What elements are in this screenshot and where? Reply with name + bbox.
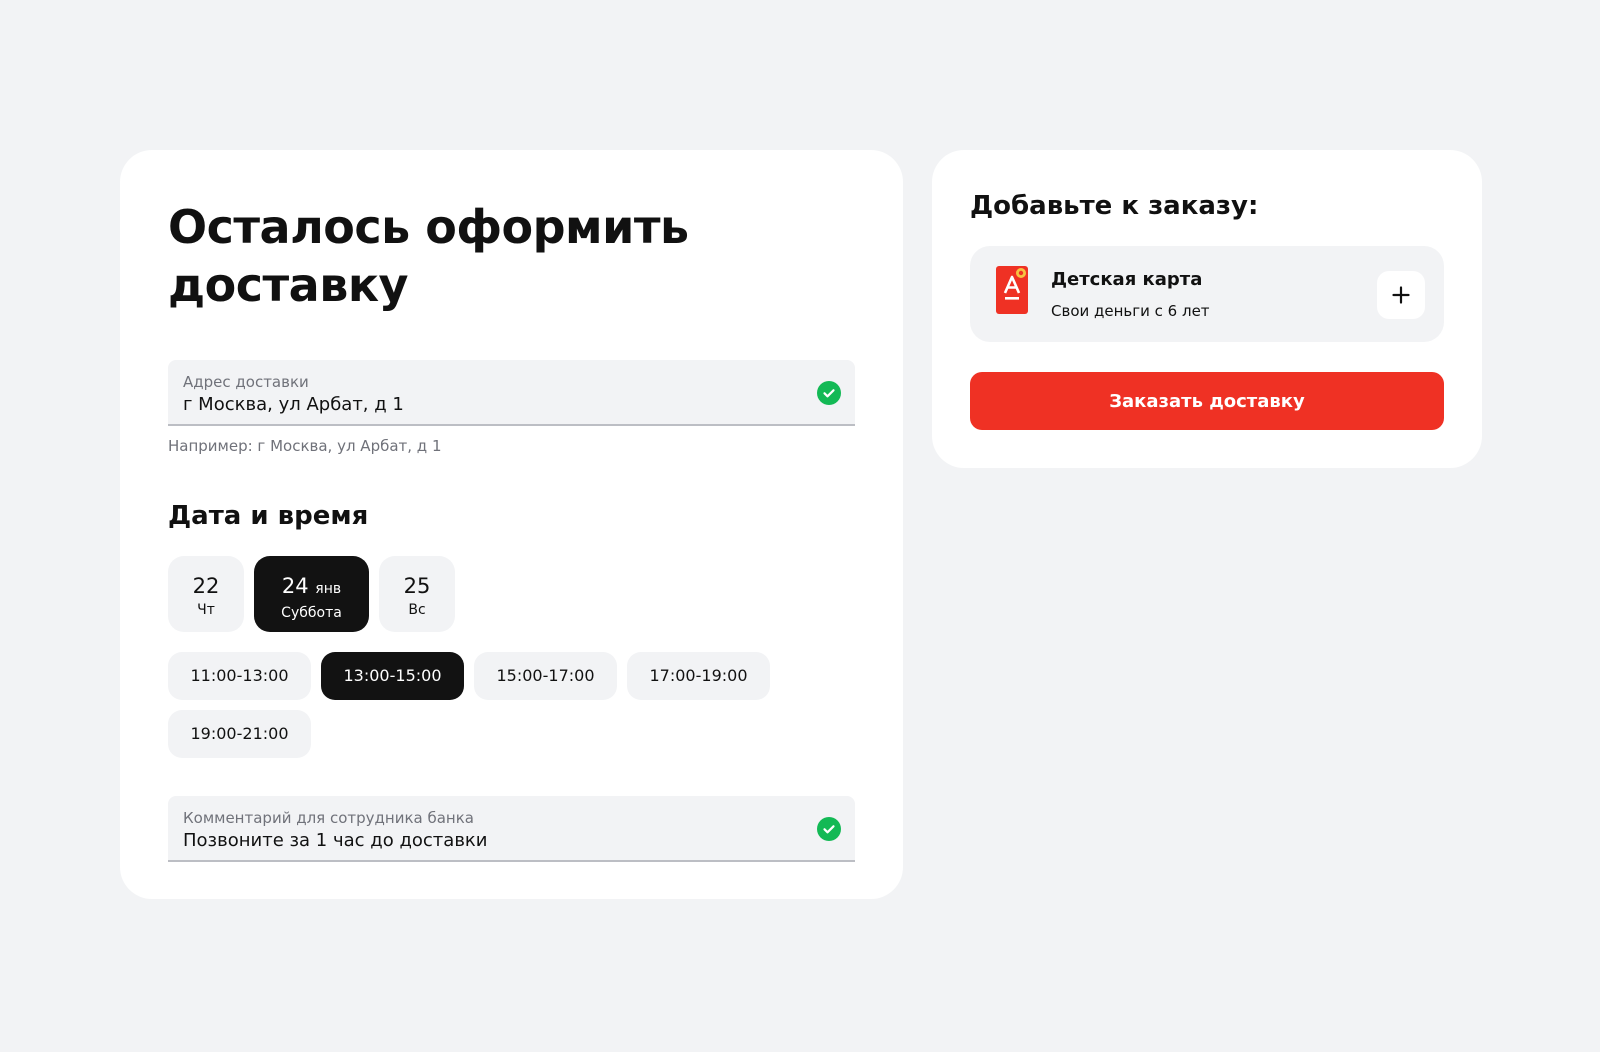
date-option[interactable]: 22 Чт [168, 556, 244, 632]
order-delivery-button[interactable]: Заказать доставку [970, 372, 1444, 430]
comment-value[interactable]: Позвоните за 1 час до доставки [183, 828, 799, 854]
address-field[interactable]: Адрес доставки г Москва, ул Арбат, д 1 [168, 360, 855, 426]
date-month: янв [315, 581, 342, 597]
comment-field[interactable]: Комментарий для сотрудника банка Позвони… [168, 796, 855, 862]
plus-icon [1392, 286, 1410, 304]
addon-kids-card[interactable]: Детская карта Свои деньги с 6 лет [970, 246, 1444, 342]
addon-name: Детская карта [1051, 269, 1203, 290]
addons-title: Добавьте к заказу: [970, 191, 1259, 221]
time-slot[interactable]: 17:00-19:00 [627, 652, 770, 700]
time-slot-picker: 11:00-13:00 13:00-15:00 15:00-17:00 17:0… [168, 652, 788, 758]
address-value[interactable]: г Москва, ул Арбат, д 1 [183, 392, 799, 418]
comment-label: Комментарий для сотрудника банка [183, 809, 474, 827]
order-summary-card: Добавьте к заказу: Детская карта Свои де… [932, 150, 1482, 468]
date-option[interactable]: 25 Вс [379, 556, 455, 632]
address-hint: Например: г Москва, ул Арбат, д 1 [168, 437, 442, 455]
check-icon [817, 381, 841, 405]
address-label: Адрес доставки [183, 373, 309, 391]
date-day: 25 [403, 574, 431, 598]
date-option-selected[interactable]: 24 янв Суббота [254, 556, 369, 632]
addon-description: Свои деньги с 6 лет [1051, 302, 1210, 320]
time-slot[interactable]: 11:00-13:00 [168, 652, 311, 700]
kids-card-icon [996, 266, 1028, 314]
page-title: Осталось оформить доставку [168, 200, 689, 312]
date-weekday: Суббота [281, 605, 342, 621]
time-slot[interactable]: 19:00-21:00 [168, 710, 311, 758]
date-weekday: Чт [197, 602, 215, 618]
date-day: 22 [192, 574, 220, 598]
date-picker: 22 Чт 24 янв Суббота 25 Вс [168, 556, 855, 632]
check-icon [817, 817, 841, 841]
delivery-form-card: Осталось оформить доставку Адрес доставк… [120, 150, 903, 899]
date-time-title: Дата и время [168, 501, 369, 531]
date-day: 24 янв [281, 574, 342, 598]
time-slot-selected[interactable]: 13:00-15:00 [321, 652, 464, 700]
date-weekday: Вс [408, 602, 426, 618]
time-slot[interactable]: 15:00-17:00 [474, 652, 617, 700]
add-addon-button[interactable] [1377, 271, 1425, 319]
